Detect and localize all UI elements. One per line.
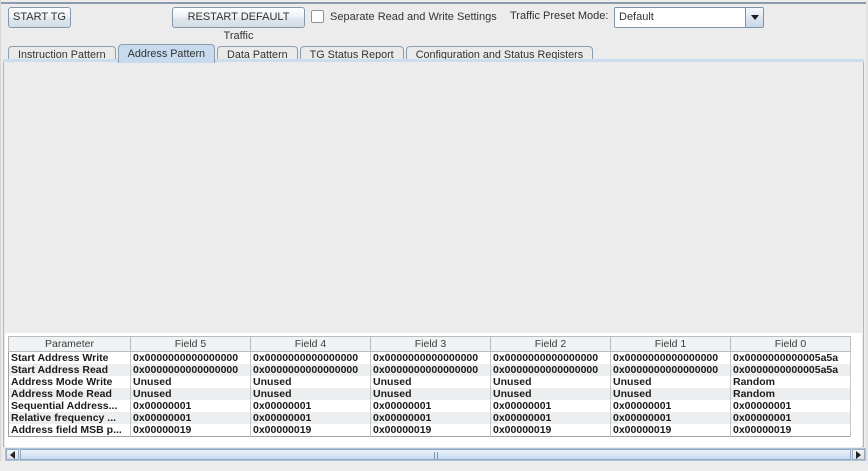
cell[interactable]: Address Mode Write [8,376,131,388]
cell[interactable]: 0x00000019 [250,424,371,437]
separate-read-write-label: Separate Read and Write Settings [330,11,497,23]
col-header[interactable]: Field 4 [250,336,371,352]
cell[interactable]: 0x00000019 [610,424,731,437]
col-header[interactable]: Field 3 [370,336,491,352]
table-row[interactable]: Start Address Read 0x0000000000000000 0x… [8,364,851,376]
cell[interactable]: 0x0000000000000000 [250,364,371,376]
table-row[interactable]: Start Address Write 0x0000000000000000 0… [8,351,851,364]
cell[interactable]: Address Mode Read [8,388,131,400]
cell[interactable]: 0x0000000000005a5a [730,351,851,364]
cell[interactable]: Unused [370,388,491,400]
cell[interactable]: 0x00000019 [370,424,491,437]
cell[interactable]: 0x00000001 [490,412,611,424]
cell[interactable]: 0x00000001 [610,412,731,424]
col-header[interactable]: Field 1 [610,336,731,352]
table-row[interactable]: Sequential Address... 0x00000001 0x00000… [8,400,851,412]
cell[interactable]: 0x0000000000000000 [250,351,371,364]
cell[interactable]: Unused [610,388,731,400]
cell[interactable]: 0x00000001 [250,412,371,424]
bottom-margin [0,461,868,471]
cell[interactable]: Unused [250,388,371,400]
cell[interactable]: Relative frequency ... [8,412,131,424]
horizontal-scrollbar[interactable] [5,448,866,461]
cell[interactable]: 0x0000000000000000 [370,364,491,376]
arrow-right-icon [856,450,861,459]
cell[interactable]: Unused [250,376,371,388]
cell[interactable]: 0x00000019 [130,424,251,437]
scroll-right-button[interactable] [852,449,865,460]
cell[interactable]: Random [730,376,851,388]
tab-address-pattern[interactable]: Address Pattern [117,44,216,63]
cell[interactable]: 0x0000000000000000 [610,364,731,376]
top-divider [0,2,868,4]
cell[interactable]: 0x00000001 [130,412,251,424]
cell[interactable]: Unused [370,376,491,388]
traffic-preset-mode-value: Default [615,8,745,27]
cell[interactable]: 0x00000001 [250,400,371,412]
cell[interactable]: Start Address Read [8,364,131,376]
table-viewport: Parameter Field 5 Field 4 Field 3 Field … [5,333,862,447]
cell[interactable]: 0x0000000000000000 [130,364,251,376]
address-field-table: Parameter Field 5 Field 4 Field 3 Field … [8,336,851,437]
cell[interactable]: Sequential Address... [8,400,131,412]
cell[interactable]: 0x00000001 [130,400,251,412]
cell[interactable]: 0x00000019 [730,424,851,437]
cell[interactable]: 0x00000001 [730,412,851,424]
table-row[interactable]: Address field MSB p... 0x00000019 0x0000… [8,424,851,437]
table-row[interactable]: Address Mode Write Unused Unused Unused … [8,376,851,388]
col-header[interactable]: Parameter [8,336,131,352]
table-header-row: Parameter Field 5 Field 4 Field 3 Field … [8,336,851,352]
cell[interactable]: 0x00000001 [610,400,731,412]
arrow-left-icon [10,450,15,459]
cell[interactable]: Unused [490,388,611,400]
table-row[interactable]: Relative frequency ... 0x00000001 0x0000… [8,412,851,424]
col-header[interactable]: Field 0 [730,336,851,352]
cell[interactable]: 0x00000019 [490,424,611,437]
separate-read-write-checkbox[interactable] [311,10,324,23]
scrollbar-thumb[interactable] [20,449,851,460]
scroll-left-button[interactable] [6,449,19,460]
cell[interactable]: Start Address Write [8,351,131,364]
cell[interactable]: 0x0000000000000000 [610,351,731,364]
cell[interactable]: 0x0000000000000000 [490,351,611,364]
cell[interactable]: 0x00000001 [490,400,611,412]
col-header[interactable]: Field 5 [130,336,251,352]
cell[interactable]: 0x00000001 [730,400,851,412]
chevron-down-icon[interactable] [745,8,763,27]
cell[interactable]: Random [730,388,851,400]
col-header[interactable]: Field 2 [490,336,611,352]
traffic-preset-mode-select[interactable]: Default [614,7,764,28]
start-tg-button[interactable]: START TG [8,7,71,28]
cell[interactable]: 0x00000001 [370,412,491,424]
traffic-preset-mode-label: Traffic Preset Mode: [510,10,609,22]
scrollbar-grip-icon [433,452,438,459]
window-left-edge [0,0,1,471]
table-row[interactable]: Address Mode Read Unused Unused Unused U… [8,388,851,400]
cell[interactable]: 0x0000000000000000 [490,364,611,376]
cell[interactable]: Unused [130,376,251,388]
cell[interactable]: Address field MSB p... [8,424,131,437]
cell[interactable]: Unused [610,376,731,388]
cell[interactable]: 0x00000001 [370,400,491,412]
cell[interactable]: 0x0000000000000000 [370,351,491,364]
cell[interactable]: Unused [130,388,251,400]
cell[interactable]: 0x0000000000000000 [130,351,251,364]
restart-default-traffic-button[interactable]: RESTART DEFAULT Traffic [172,7,305,42]
cell[interactable]: Unused [490,376,611,388]
cell[interactable]: 0x0000000000005a5a [730,364,851,376]
